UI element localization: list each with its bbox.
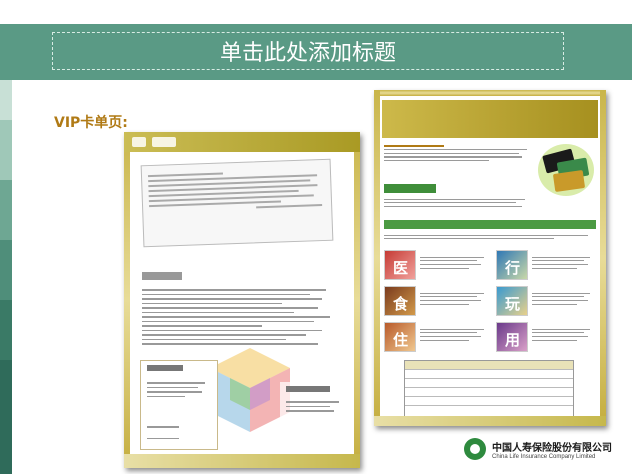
thumb-text-6 <box>532 326 594 343</box>
doc-footer-strip-right <box>374 416 606 426</box>
title-placeholder[interactable]: 单击此处添加标题 <box>52 32 564 70</box>
service-text-block <box>384 196 534 210</box>
thumb-play: 玩 <box>496 286 528 316</box>
vip-card-page-right[interactable]: 医 行 食 玩 住 用 <box>374 90 606 426</box>
card-tips-box <box>280 382 350 430</box>
thumb-text-4 <box>532 290 594 307</box>
thumb-text-3 <box>420 290 488 307</box>
section-heading-bar <box>142 272 182 280</box>
thumb-stay: 住 <box>384 322 416 352</box>
doc-footer-strip <box>124 454 360 468</box>
vip-cards-photo <box>538 144 594 196</box>
thumb-text-1 <box>420 254 488 271</box>
thumb-char-medical: 医 <box>393 259 409 277</box>
thumb-text-5 <box>420 326 488 343</box>
left-stripe-decoration <box>0 0 12 474</box>
thumb-char-play: 玩 <box>505 295 521 313</box>
thumb-use: 用 <box>496 322 528 352</box>
company-name-en: China Life Insurance Company Limited <box>492 453 596 460</box>
vip-card-page-left[interactable] <box>124 132 360 468</box>
thumb-travel: 行 <box>496 250 528 280</box>
thumb-char-travel: 行 <box>505 259 521 277</box>
green-section-bar-1 <box>384 184 436 193</box>
company-name-cn: 中国人寿保险股份有限公司 <box>492 442 612 454</box>
green-section-bar-2 <box>384 220 596 229</box>
merchant-table <box>404 360 574 418</box>
thumb-char-use: 用 <box>505 331 521 349</box>
notice-text-block <box>142 286 342 348</box>
thumb-char-stay: 住 <box>393 331 409 349</box>
china-life-emblem-icon <box>464 438 486 460</box>
brand-intro-text <box>384 142 534 164</box>
letter-paper-graphic <box>140 158 334 248</box>
thumb-char-food: 食 <box>393 295 409 313</box>
doc-header <box>124 132 360 152</box>
thumb-food: 食 <box>384 286 416 316</box>
china-life-logo: 中国人寿保险股份有限公司 China Life Insurance Compan… <box>464 438 612 460</box>
section-label: VIP卡单页: <box>54 115 128 131</box>
brand-mark-icon <box>152 137 176 147</box>
title-band: 单击此处添加标题 <box>12 24 632 80</box>
feature-text-block <box>384 232 596 242</box>
thumb-text-2 <box>532 254 594 271</box>
company-logo-icon <box>132 137 146 147</box>
thumb-medical: 医 <box>384 250 416 280</box>
sign-box <box>140 360 218 450</box>
